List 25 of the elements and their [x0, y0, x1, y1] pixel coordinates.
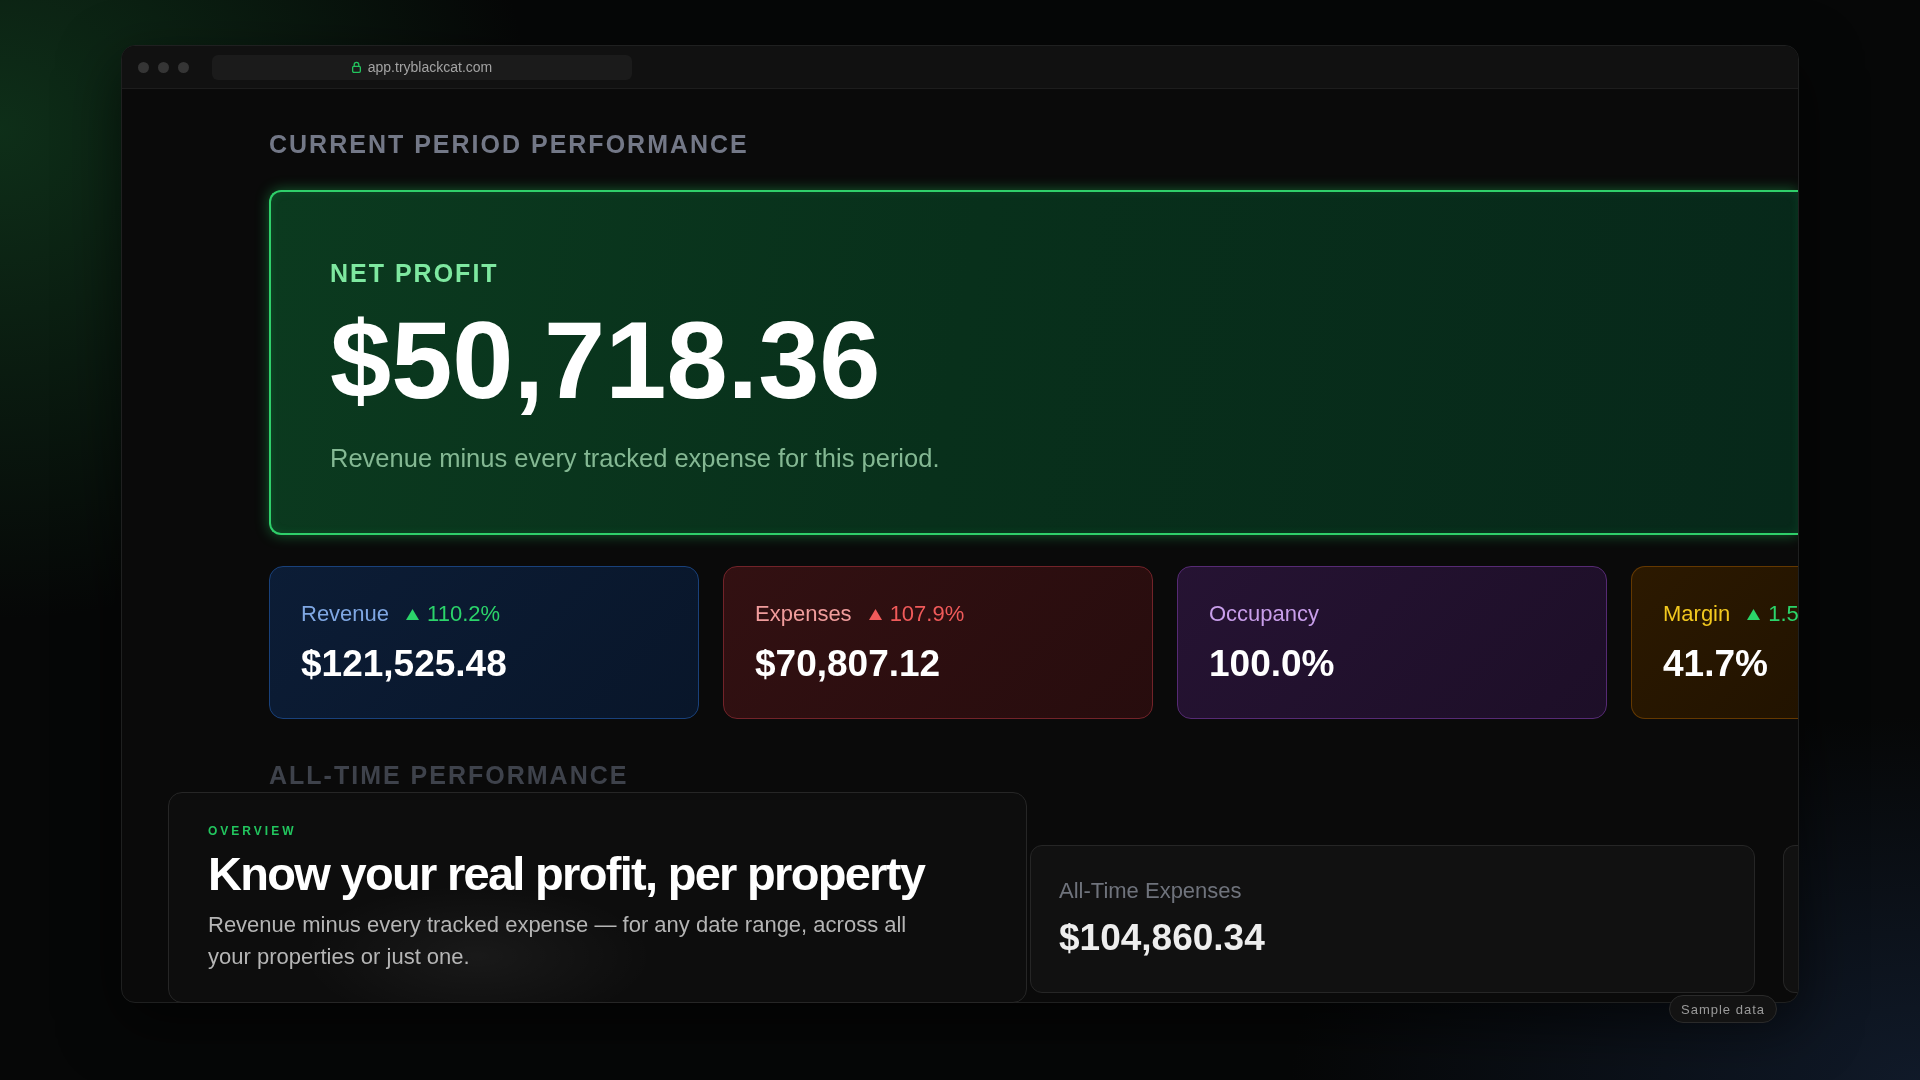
net-profit-label: NET PROFIT	[330, 258, 499, 288]
metric-value: $121,525.48	[301, 642, 507, 686]
window-dot-icon	[138, 61, 149, 73]
stat-label: All-Time Expenses	[1059, 877, 1242, 905]
window-dot-icon	[178, 61, 189, 73]
section-heading: ALL-TIME PERFORMANCE	[269, 762, 629, 788]
net-profit-description: Revenue minus every tracked expense for this period.	[330, 443, 940, 473]
change-percent: 110.2%	[427, 600, 501, 628]
sample-data-badge: Sample data	[1669, 995, 1777, 1023]
overview-eyebrow: OVERVIEW	[208, 823, 297, 839]
change-percent: 1.5	[1768, 600, 1798, 628]
address-bar[interactable]: app.tryblackcat.com	[212, 54, 632, 80]
metric-label: Revenue	[301, 600, 390, 628]
overview-text: Revenue minus every tracked expense — for any date range, across all your properties or just one.	[208, 911, 908, 971]
section-heading: CURRENT PERIOD PERFORMANCE	[269, 131, 749, 157]
stat-value: $104,860.34	[1059, 916, 1265, 960]
overview-title: Know your real profit, per property	[208, 848, 925, 900]
metric-label: Expenses	[755, 600, 852, 628]
metric-value: 41.7%	[1663, 642, 1768, 686]
metric-value: 100.0%	[1209, 642, 1335, 686]
metric-value: $70,807.12	[755, 642, 941, 686]
change-percent: 107.9%	[889, 600, 965, 628]
metric-label: Margin	[1663, 600, 1731, 628]
window-dot-icon	[158, 61, 169, 73]
metric-label: Occupancy	[1209, 600, 1320, 628]
